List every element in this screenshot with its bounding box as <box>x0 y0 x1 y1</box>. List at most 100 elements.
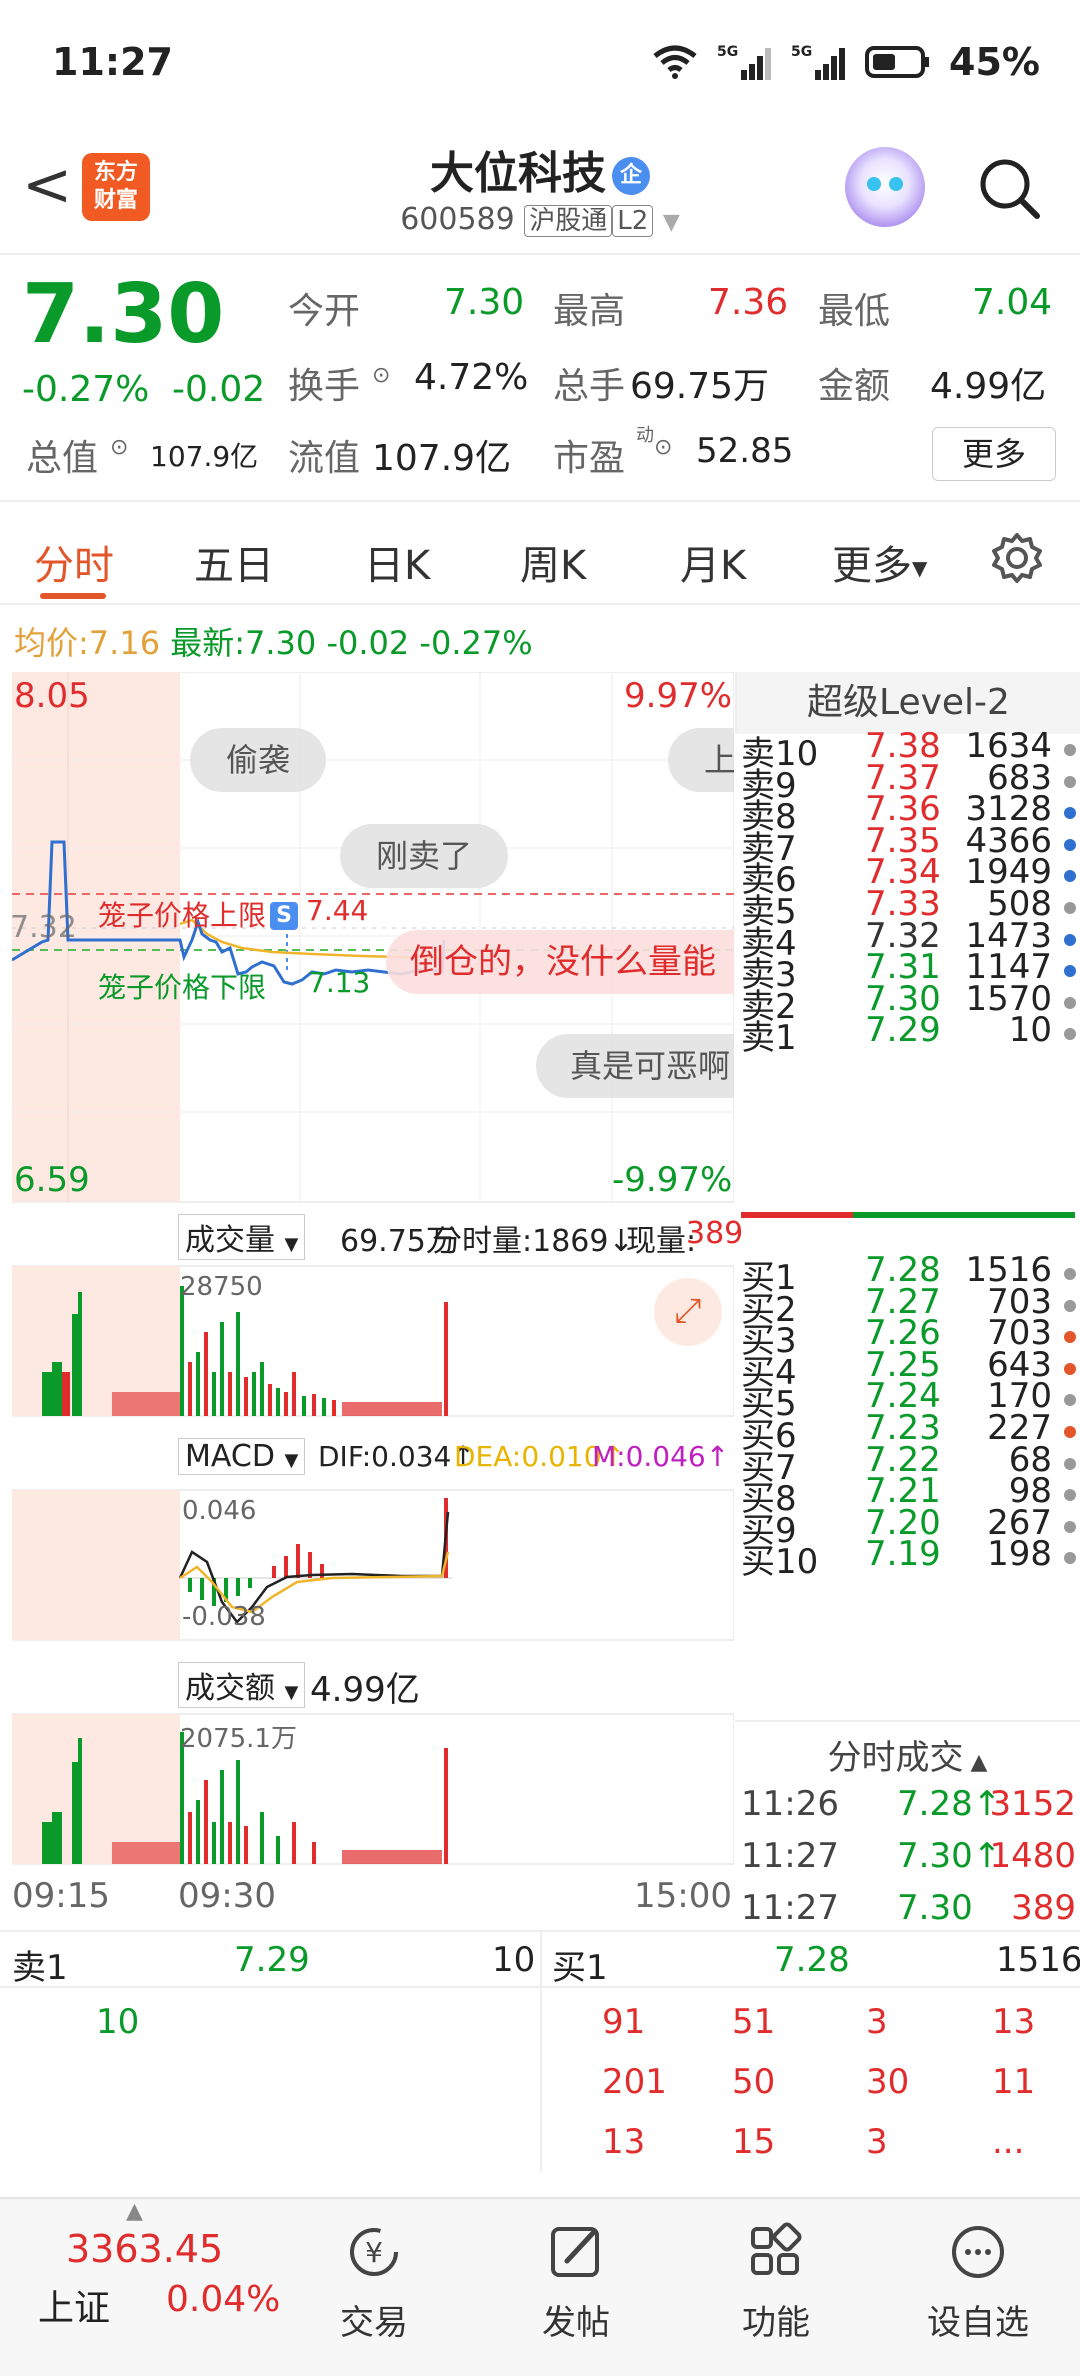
order-dot-icon <box>1064 1394 1076 1407</box>
intraday-chart[interactable]: 8.05 9.97% 7.32 6.59 -9.97% 笼子价格上限 S 7.4… <box>10 671 743 1916</box>
time-start: 09:15 <box>12 1876 110 1916</box>
nav-post[interactable]: 发帖 <box>506 2199 646 2344</box>
info-icon[interactable]: ⊙ <box>110 435 128 460</box>
order-dot-icon <box>1064 1331 1076 1344</box>
tab-monthly-k[interactable]: 月K <box>680 533 746 591</box>
change-pct: -0.27% <box>22 369 150 410</box>
latest-label: 最新: <box>170 624 246 662</box>
trade-row: 11:26 7.28↑ 3152 <box>741 1784 1076 1832</box>
nav-functions[interactable]: 功能 <box>706 2199 846 2344</box>
order-dot-icon <box>1064 933 1076 946</box>
index-ticker[interactable]: ▲ 3363.45 上证 0.04% <box>0 2199 280 2378</box>
assistant-avatar[interactable] <box>845 147 925 227</box>
change-value: -0.02 <box>172 369 266 410</box>
ladder-ask-vol: 10 <box>492 1940 536 1980</box>
bid-volume: 198 <box>987 1534 1052 1575</box>
divider <box>735 1720 1080 1722</box>
order-dot-icon <box>1064 902 1076 914</box>
clock: 11:27 <box>52 40 173 84</box>
turnover-value: 4.72% <box>414 357 529 398</box>
time-end: 15:00 <box>634 1876 732 1916</box>
cage-lower-label: 笼子价格下限 <box>98 971 267 1004</box>
chart-top-pct: 9.97% <box>624 676 733 716</box>
tab-five-day[interactable]: 五日 <box>194 533 274 591</box>
indicator-select-volume[interactable]: 成交量 ▼ <box>178 1214 306 1260</box>
ask-price: 7.29 <box>865 1010 941 1051</box>
caret-down-icon: ▼ <box>284 1450 299 1471</box>
order-dot-icon <box>1064 1489 1076 1502</box>
caret-down-icon: ▼ <box>912 556 928 580</box>
trades-header[interactable]: 分时成交 ▲ <box>735 1730 1080 1779</box>
trade-row: 11:27 7.30 389 <box>741 1888 1076 1936</box>
battery-level: 45% <box>949 40 1040 84</box>
open-value: 7.30 <box>444 282 525 323</box>
comment-bubble[interactable]: 倒仓的，没什么量能 <box>386 930 734 994</box>
ladder-bid-queue-item: 15 <box>732 2122 776 2162</box>
battery-icon <box>865 46 930 78</box>
level2-title[interactable]: 超级Level-2 <box>735 672 1080 734</box>
trade-time: 11:27 <box>741 1836 839 1876</box>
bid-price: 7.19 <box>865 1534 941 1575</box>
sell-marker[interactable]: S <box>270 902 298 930</box>
active-tab-indicator <box>40 593 106 599</box>
ladder-bid-queue-item: 50 <box>732 2062 776 2102</box>
avg-value: 7.16 <box>88 624 161 662</box>
indicator-select-amount[interactable]: 成交额 ▼ <box>178 1662 306 1708</box>
ladder-bid-queue-item: 13 <box>992 2002 1036 2042</box>
period-tabs: 分时 五日 日K 周K 月K 更多▼ <box>0 505 1080 605</box>
nav-add-watchlist[interactable]: 设自选 <box>908 2199 1048 2344</box>
info-icon[interactable]: ⊙ <box>654 435 672 460</box>
enterprise-badge-icon: 企 <box>612 157 650 195</box>
trade-time: 11:27 <box>741 1888 839 1928</box>
more-button[interactable]: 更多 <box>932 427 1056 481</box>
volume-select-label: 成交量 <box>185 1223 275 1258</box>
order-dot-icon <box>1064 775 1076 788</box>
volume-minute: 分时量:1869↓ <box>432 1224 634 1259</box>
time-open: 09:30 <box>178 1876 276 1916</box>
tab-daily-k[interactable]: 日K <box>364 533 430 591</box>
cage-upper-value: 7.44 <box>306 894 369 927</box>
amount-max: 2075.1万 <box>180 1724 297 1754</box>
queue-ladder: 卖1 7.29 10 买1 7.28 1516 10 91 51 3 13 201 50 3… <box>0 1930 1080 2172</box>
tab-weekly-k[interactable]: 周K <box>520 533 586 591</box>
indicator-select-macd[interactable]: MACD ▼ <box>178 1438 306 1475</box>
nav-label: 发帖 <box>542 2303 610 2343</box>
stock-header: < 东方 财富 大位科技企 600589 沪股通 L2 ▼ <box>0 125 1080 255</box>
macd-dif: DIF:0.034↑ <box>318 1440 475 1473</box>
search-icon[interactable] <box>976 155 1042 221</box>
pe-label: 市盈 <box>553 438 626 479</box>
low-value: 7.04 <box>972 282 1053 323</box>
comment-bubble[interactable]: 上 <box>668 728 734 792</box>
trades-title: 分时成交 <box>827 1738 964 1778</box>
svg-text:5G: 5G <box>717 44 738 60</box>
bid-bar <box>853 1212 1075 1218</box>
market-tag: 沪股通 <box>524 205 613 237</box>
tab-intraday[interactable]: 分时 <box>34 533 114 591</box>
signal-icon-2: 5G <box>791 44 846 80</box>
comment-bubble[interactable]: 真是可恶啊 <box>536 1034 734 1098</box>
macd-select-label: MACD <box>185 1439 275 1474</box>
mktcap-value: 107.9亿 <box>150 440 259 473</box>
bid-row[interactable]: 买10 7.19 198 <box>741 1534 1076 1582</box>
nav-trade[interactable]: ¥ 交易 <box>304 2199 444 2344</box>
caret-up-icon: ▲ <box>126 2199 143 2224</box>
index-pct: 0.04% <box>166 2279 281 2320</box>
settings-icon[interactable] <box>990 531 1044 585</box>
order-dot-icon <box>1064 1362 1076 1375</box>
avg-label: 均价: <box>14 624 89 662</box>
caret-up-icon: ▲ <box>963 1750 988 1775</box>
comment-bubble[interactable]: 偷袭 <box>190 728 327 792</box>
ask-row[interactable]: 卖1 7.29 10 <box>741 1010 1076 1058</box>
svg-text:5G: 5G <box>791 44 812 60</box>
tab-more[interactable]: 更多▼ <box>832 533 927 591</box>
ladder-divider <box>540 1988 542 2172</box>
comment-bubble[interactable]: 刚卖了 <box>340 824 509 888</box>
macd-m: M:0.046↑ <box>592 1440 730 1473</box>
low-label: 最低 <box>818 291 891 332</box>
expand-icon[interactable]: ⤢ <box>654 1278 722 1346</box>
ladder-bid-price: 7.28 <box>774 1940 850 1980</box>
order-dot-icon <box>1064 996 1076 1009</box>
trade-price: 7.30↑ <box>897 1836 1002 1876</box>
info-icon[interactable]: ⊙ <box>372 363 390 388</box>
status-bar: 11:27 5G 5G 45% <box>0 0 1080 125</box>
